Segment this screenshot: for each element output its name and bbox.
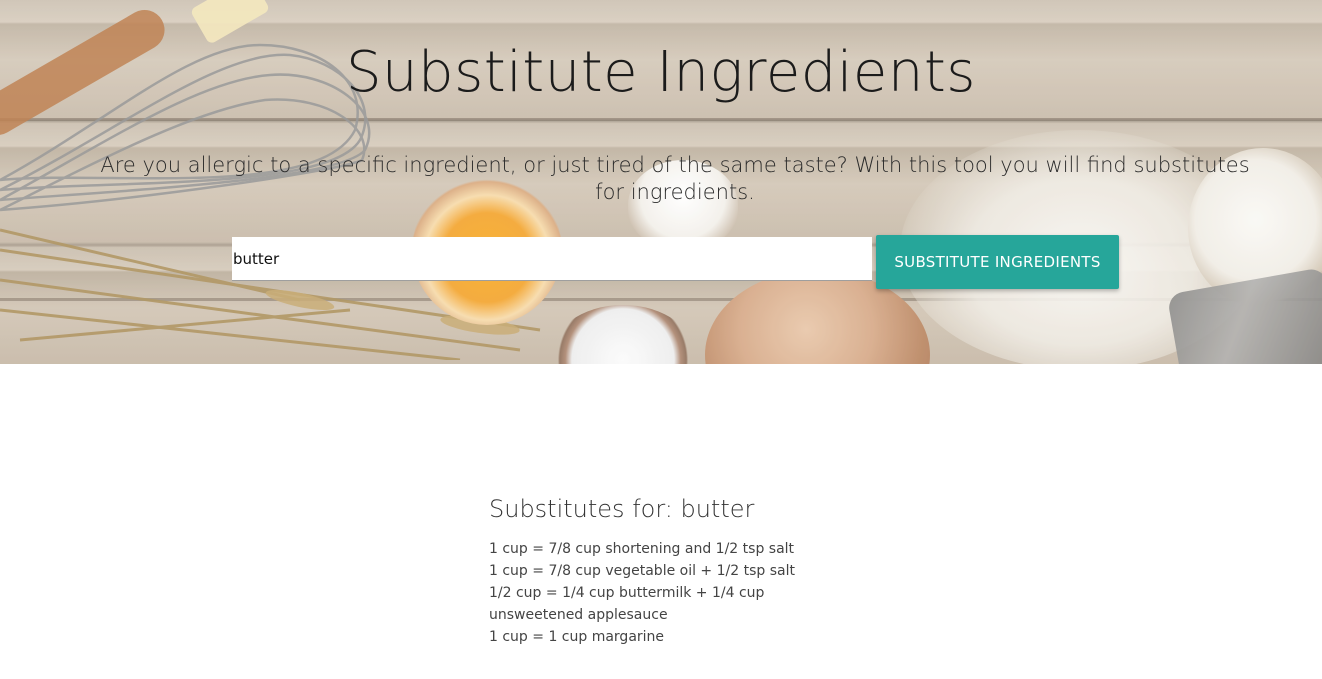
substitutes-list: 1 cup = 7/8 cup shortening and 1/2 tsp s… [489,538,849,648]
page-subtitle: Are you allergic to a specific ingredien… [100,153,1250,204]
list-item: 1 cup = 7/8 cup vegetable oil + 1/2 tsp … [489,563,795,579]
page-title: Substitute Ingredients [346,40,976,105]
hero-banner: Substitute Ingredients Are you allergic … [0,0,1322,364]
ingredient-search-input[interactable] [232,237,872,281]
substitute-ingredients-button[interactable]: SUBSTITUTE INGREDIENTS [876,235,1119,289]
list-item: 1 cup = 7/8 cup shortening and 1/2 tsp s… [489,541,795,557]
list-item: 1/2 cup = 1/4 cup buttermilk + 1/4 cup u… [489,585,765,623]
results-section: Substitutes for: butter 1 cup = 7/8 cup … [489,492,869,648]
list-item: 1 cup = 1 cup margarine [489,629,665,645]
results-heading: Substitutes for: butter [489,495,755,523]
